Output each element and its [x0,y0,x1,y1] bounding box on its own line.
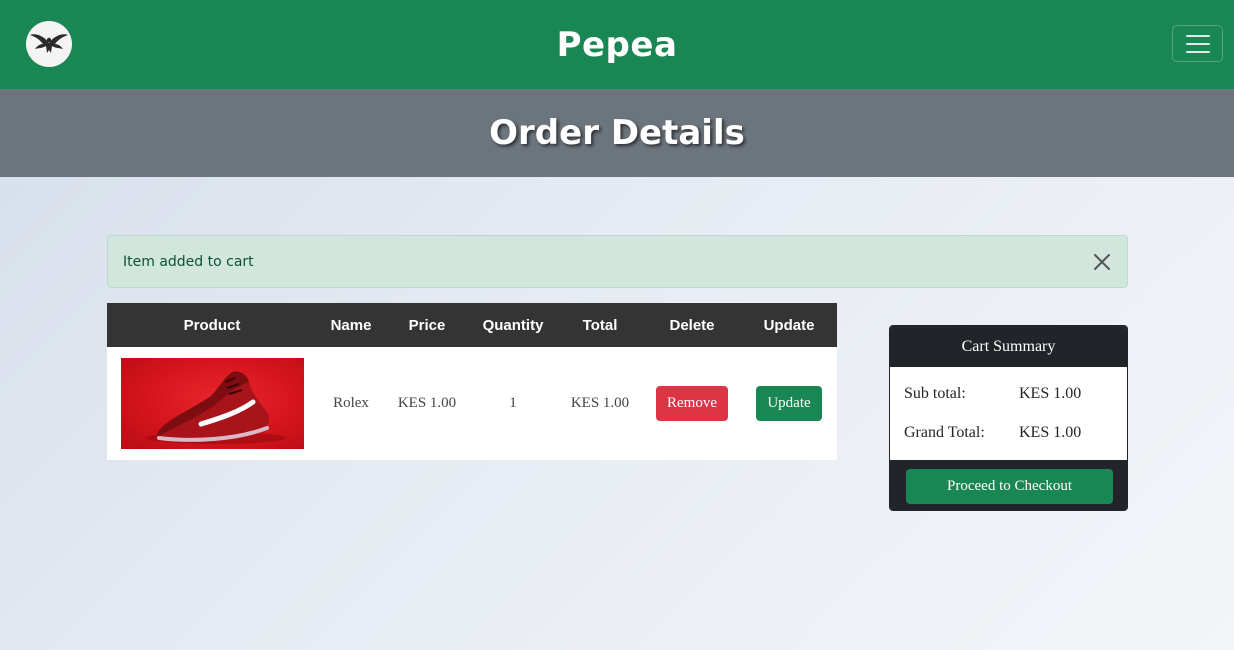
table-header-row: Product Name Price Quantity Total Delete… [107,303,837,347]
brand-name[interactable]: Pepea [557,25,678,65]
column-header-quantity: Quantity [469,303,557,347]
red-sneaker-image [146,371,286,444]
product-image[interactable] [121,358,304,449]
menu-toggle-button[interactable] [1172,25,1223,62]
product-price: KES 1.00 [397,395,457,411]
subtotal-label: Sub total: [904,385,966,402]
update-button[interactable]: Update [756,386,822,421]
column-header-product: Product [107,303,317,347]
product-quantity: 1 [509,395,517,411]
product-total: KES 1.00 [570,395,630,411]
update-cell: Update [741,347,837,460]
alert-message: Item added to cart [123,253,254,270]
grand-total-value: KES 1.00 [1019,424,1082,441]
alert-close-button[interactable] [1089,249,1115,275]
cart-summary-title: Cart Summary [890,326,1127,367]
column-header-price: Price [385,303,469,347]
grand-total-label: Grand Total: [904,424,985,441]
column-header-name: Name [317,303,385,347]
cart-summary-card: Cart Summary Sub total: KES 1.00 Grand T… [889,325,1128,511]
page-title: Order Details [489,113,745,153]
product-cell [107,347,317,460]
logo[interactable] [26,21,72,67]
dove-icon [30,34,68,53]
column-header-update: Update [741,303,837,347]
column-header-total: Total [557,303,643,347]
success-alert: Item added to cart [107,235,1128,288]
cart-table: Product Name Price Quantity Total Delete… [107,303,837,460]
delete-cell: Remove [643,347,741,460]
page-header: Order Details [0,89,1234,177]
subtotal-value: KES 1.00 [1019,385,1082,402]
cart-summary-footer: Proceed to Checkout [890,460,1127,510]
table-row: Rolex KES 1.00 1 KES 1.00 Remove Update [107,347,837,460]
cart-summary-body: Sub total: KES 1.00 Grand Total: KES 1.0… [890,367,1127,460]
product-name: Rolex [333,395,369,411]
top-navbar: Pepea [0,0,1234,89]
checkout-button[interactable]: Proceed to Checkout [906,468,1113,504]
hamburger-icon [1185,34,1210,37]
remove-button[interactable]: Remove [656,386,728,421]
close-icon [1094,254,1110,270]
column-header-delete: Delete [643,303,741,347]
